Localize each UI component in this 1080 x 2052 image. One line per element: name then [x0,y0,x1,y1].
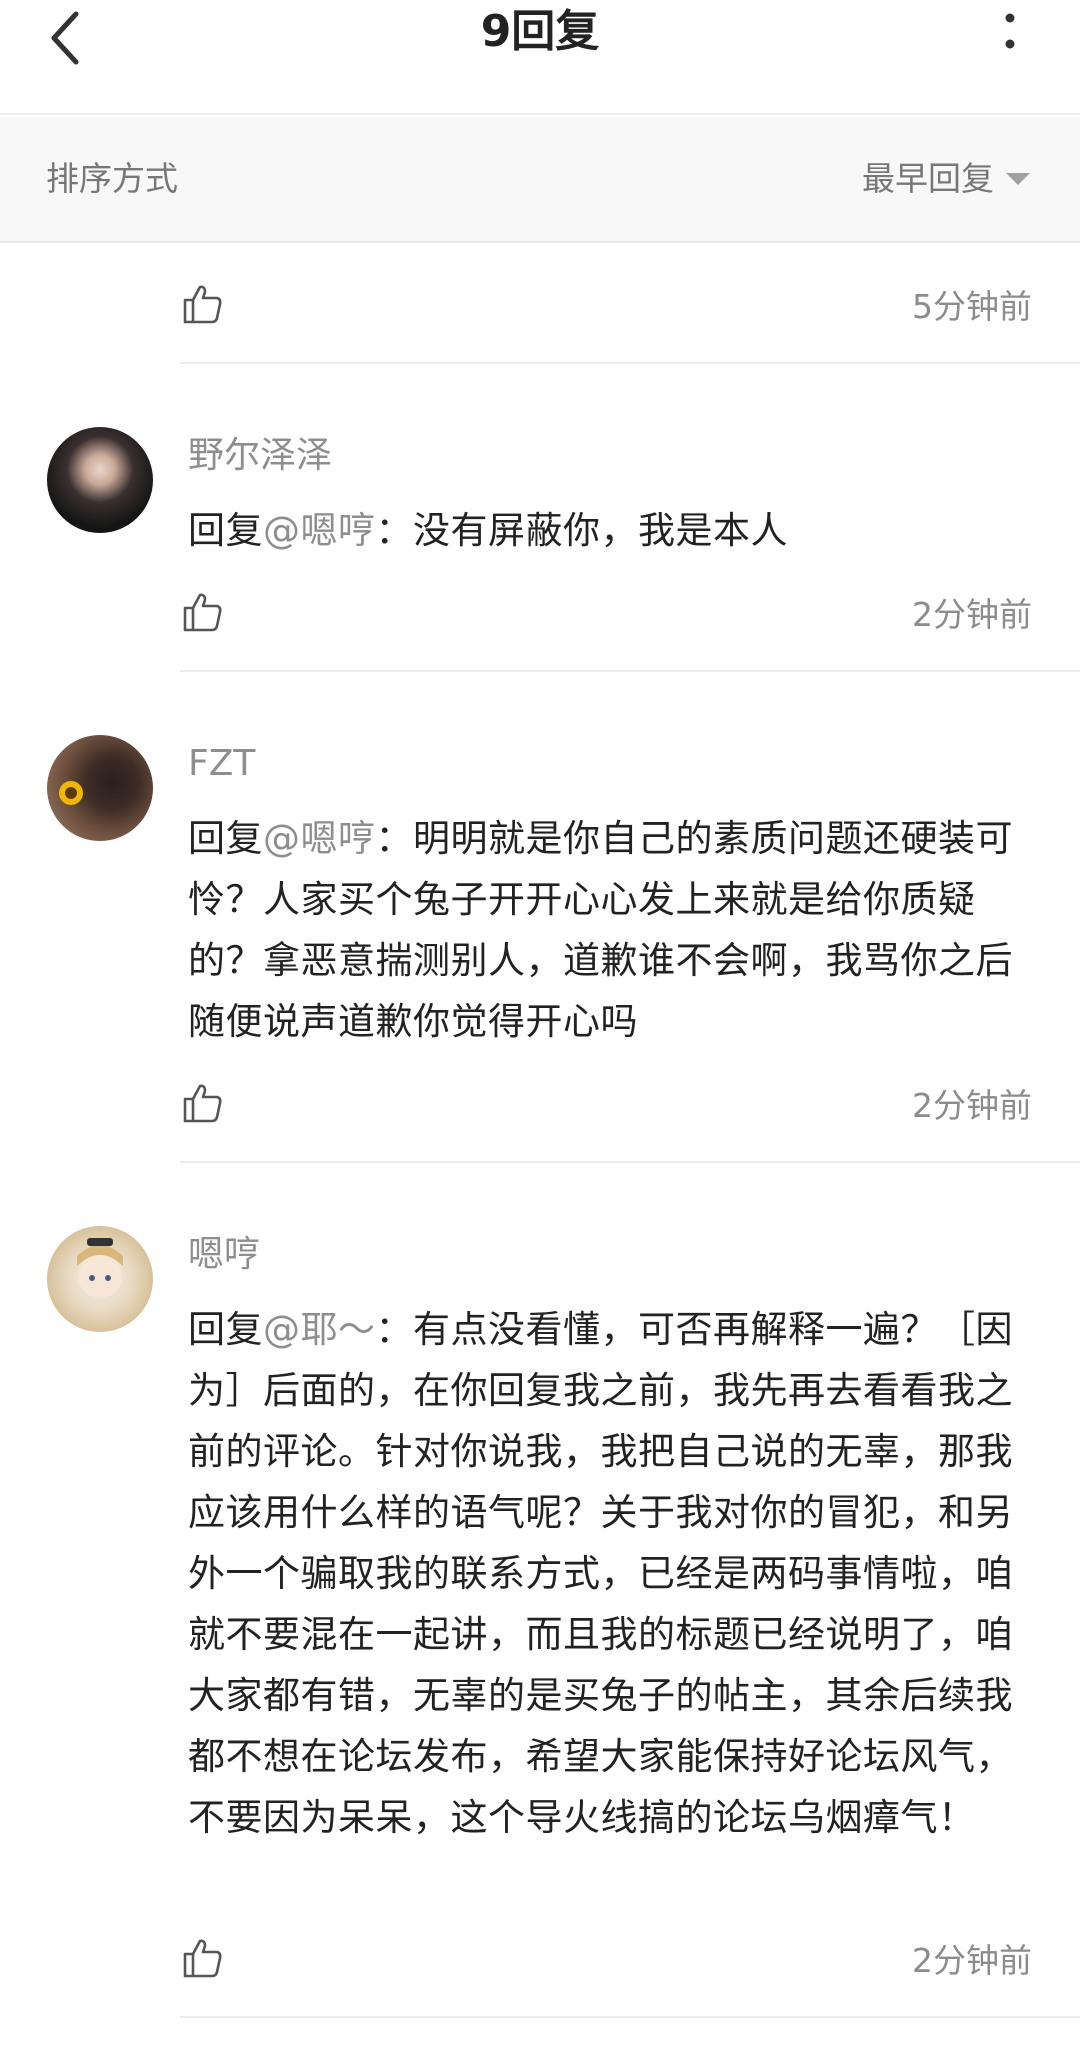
thumbs-up-icon[interactable] [182,591,224,633]
username[interactable]: 野尔泽泽 [188,432,332,480]
comment-text: 回复@耶～：有点没看懂，可否再解释一遍？［因为］后面的，在你回复我之前，我先再去… [188,1299,1038,1848]
caret-down-icon [1006,173,1030,185]
anime-girl-icon [77,1238,123,1298]
divider [180,1161,1080,1163]
separator: ： [375,817,413,860]
thumbs-up-icon[interactable] [182,283,224,325]
comment-text: 回复@嗯哼：没有屏蔽你，我是本人 [188,500,1038,561]
page-title: 9回复 [480,6,600,57]
username[interactable]: FZT [188,740,255,788]
reply-prefix: 回复 [188,509,263,552]
thumbs-up-icon[interactable] [182,1937,224,1979]
avatar[interactable] [47,735,153,841]
comment-time: 2分钟前 [912,1941,1032,1980]
reply-prefix: 回复 [188,817,263,860]
avatar[interactable] [47,427,153,533]
comment-body: 没有屏蔽你，我是本人 [413,509,788,552]
avatar[interactable] [47,1226,153,1332]
separator: ： [375,509,413,552]
separator: ： [375,1308,413,1351]
sunflower-icon [59,781,83,805]
thumbs-up-icon[interactable] [182,1082,224,1124]
mention-link[interactable]: @耶～ [263,1308,376,1351]
sort-value: 最早回复 [862,159,994,198]
divider [180,670,1080,672]
mention-link[interactable]: @嗯哼 [263,509,376,552]
divider [180,362,1080,364]
comment-time: 2分钟前 [912,595,1032,634]
more-options-icon[interactable] [1002,12,1018,52]
reply-prefix: 回复 [188,1308,263,1351]
sort-dropdown[interactable]: 最早回复 [862,157,1030,201]
comment-time: 2分钟前 [912,1086,1032,1125]
divider [180,2016,1080,2018]
comment-time: 5分钟前 [912,287,1032,326]
comment-text: 回复@嗯哼：明明就是你自己的素质问题还硬装可怜？人家买个兔子开开心心发上来就是给… [188,808,1038,1052]
mention-link[interactable]: @嗯哼 [263,817,376,860]
sort-bar: 排序方式 最早回复 [0,117,1080,243]
sort-label: 排序方式 [46,159,178,198]
top-bar: 9回复 [0,0,1080,115]
comment-body: 有点没看懂，可否再解释一遍？［因为］后面的，在你回复我之前，我先再去看看我之前的… [188,1308,1013,1839]
username[interactable]: 嗯哼 [188,1231,260,1279]
